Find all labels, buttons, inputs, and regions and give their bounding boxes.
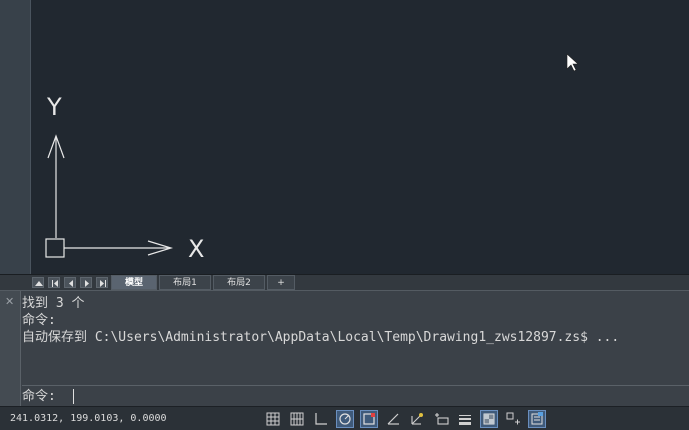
tab-layout1[interactable]: 布局1: [159, 275, 211, 290]
lineweight-icon[interactable]: [456, 410, 474, 428]
transparency-icon[interactable]: [480, 410, 498, 428]
polar-tracking-icon[interactable]: [336, 410, 354, 428]
add-layout-tab[interactable]: +: [267, 275, 295, 290]
close-icon[interactable]: ✕: [5, 296, 14, 307]
object-snap-icon[interactable]: [360, 410, 378, 428]
selection-cycling-icon[interactable]: [504, 410, 522, 428]
dynamic-ucs-icon[interactable]: [408, 410, 426, 428]
last-tab-icon[interactable]: [96, 277, 108, 288]
grid-display-icon[interactable]: [264, 410, 282, 428]
command-input[interactable]: 命令:: [22, 385, 689, 408]
command-line-panel: ✕ 找到 3 个 命令: 自动保存到 C:\Users\Administrato…: [0, 290, 689, 408]
text-caret: [73, 389, 74, 404]
ucs-icon: [45, 134, 174, 258]
drawing-viewport[interactable]: Y X: [0, 0, 689, 274]
drawing-canvas[interactable]: Y X: [30, 0, 689, 274]
command-history: 找到 3 个 命令: 自动保存到 C:\Users\Administrator\…: [22, 295, 682, 346]
next-tab-icon[interactable]: [80, 277, 92, 288]
scroll-up-icon[interactable]: [32, 277, 44, 288]
mouse-cursor-icon: [566, 53, 579, 72]
axis-x-label: X: [188, 235, 205, 263]
command-prompt: 命令:: [22, 389, 56, 404]
previous-tab-icon[interactable]: [64, 277, 76, 288]
layout-tab-bar: 模型 布局1 布局2 +: [0, 274, 689, 290]
quick-properties-icon[interactable]: [528, 410, 546, 428]
status-bar: 241.0312, 199.0103, 0.0000: [0, 406, 689, 430]
tab-layout2[interactable]: 布局2: [213, 275, 265, 290]
history-line: 命令:: [22, 313, 56, 328]
ortho-icon[interactable]: [312, 410, 330, 428]
first-tab-icon[interactable]: [48, 277, 60, 288]
cursor-coordinates: 241.0312, 199.0103, 0.0000: [10, 413, 167, 424]
tab-model[interactable]: 模型: [111, 275, 157, 290]
axis-y-label: Y: [47, 93, 62, 121]
object-snap-tracking-icon[interactable]: [384, 410, 402, 428]
history-line: 自动保存到 C:\Users\Administrator\AppData\Loc…: [22, 330, 620, 345]
snap-grid-icon[interactable]: [288, 410, 306, 428]
history-line: 找到 3 个: [22, 296, 85, 311]
command-panel-handle[interactable]: ✕: [0, 291, 21, 407]
dynamic-input-icon[interactable]: [432, 410, 450, 428]
viewport-left-strip: [0, 0, 31, 274]
